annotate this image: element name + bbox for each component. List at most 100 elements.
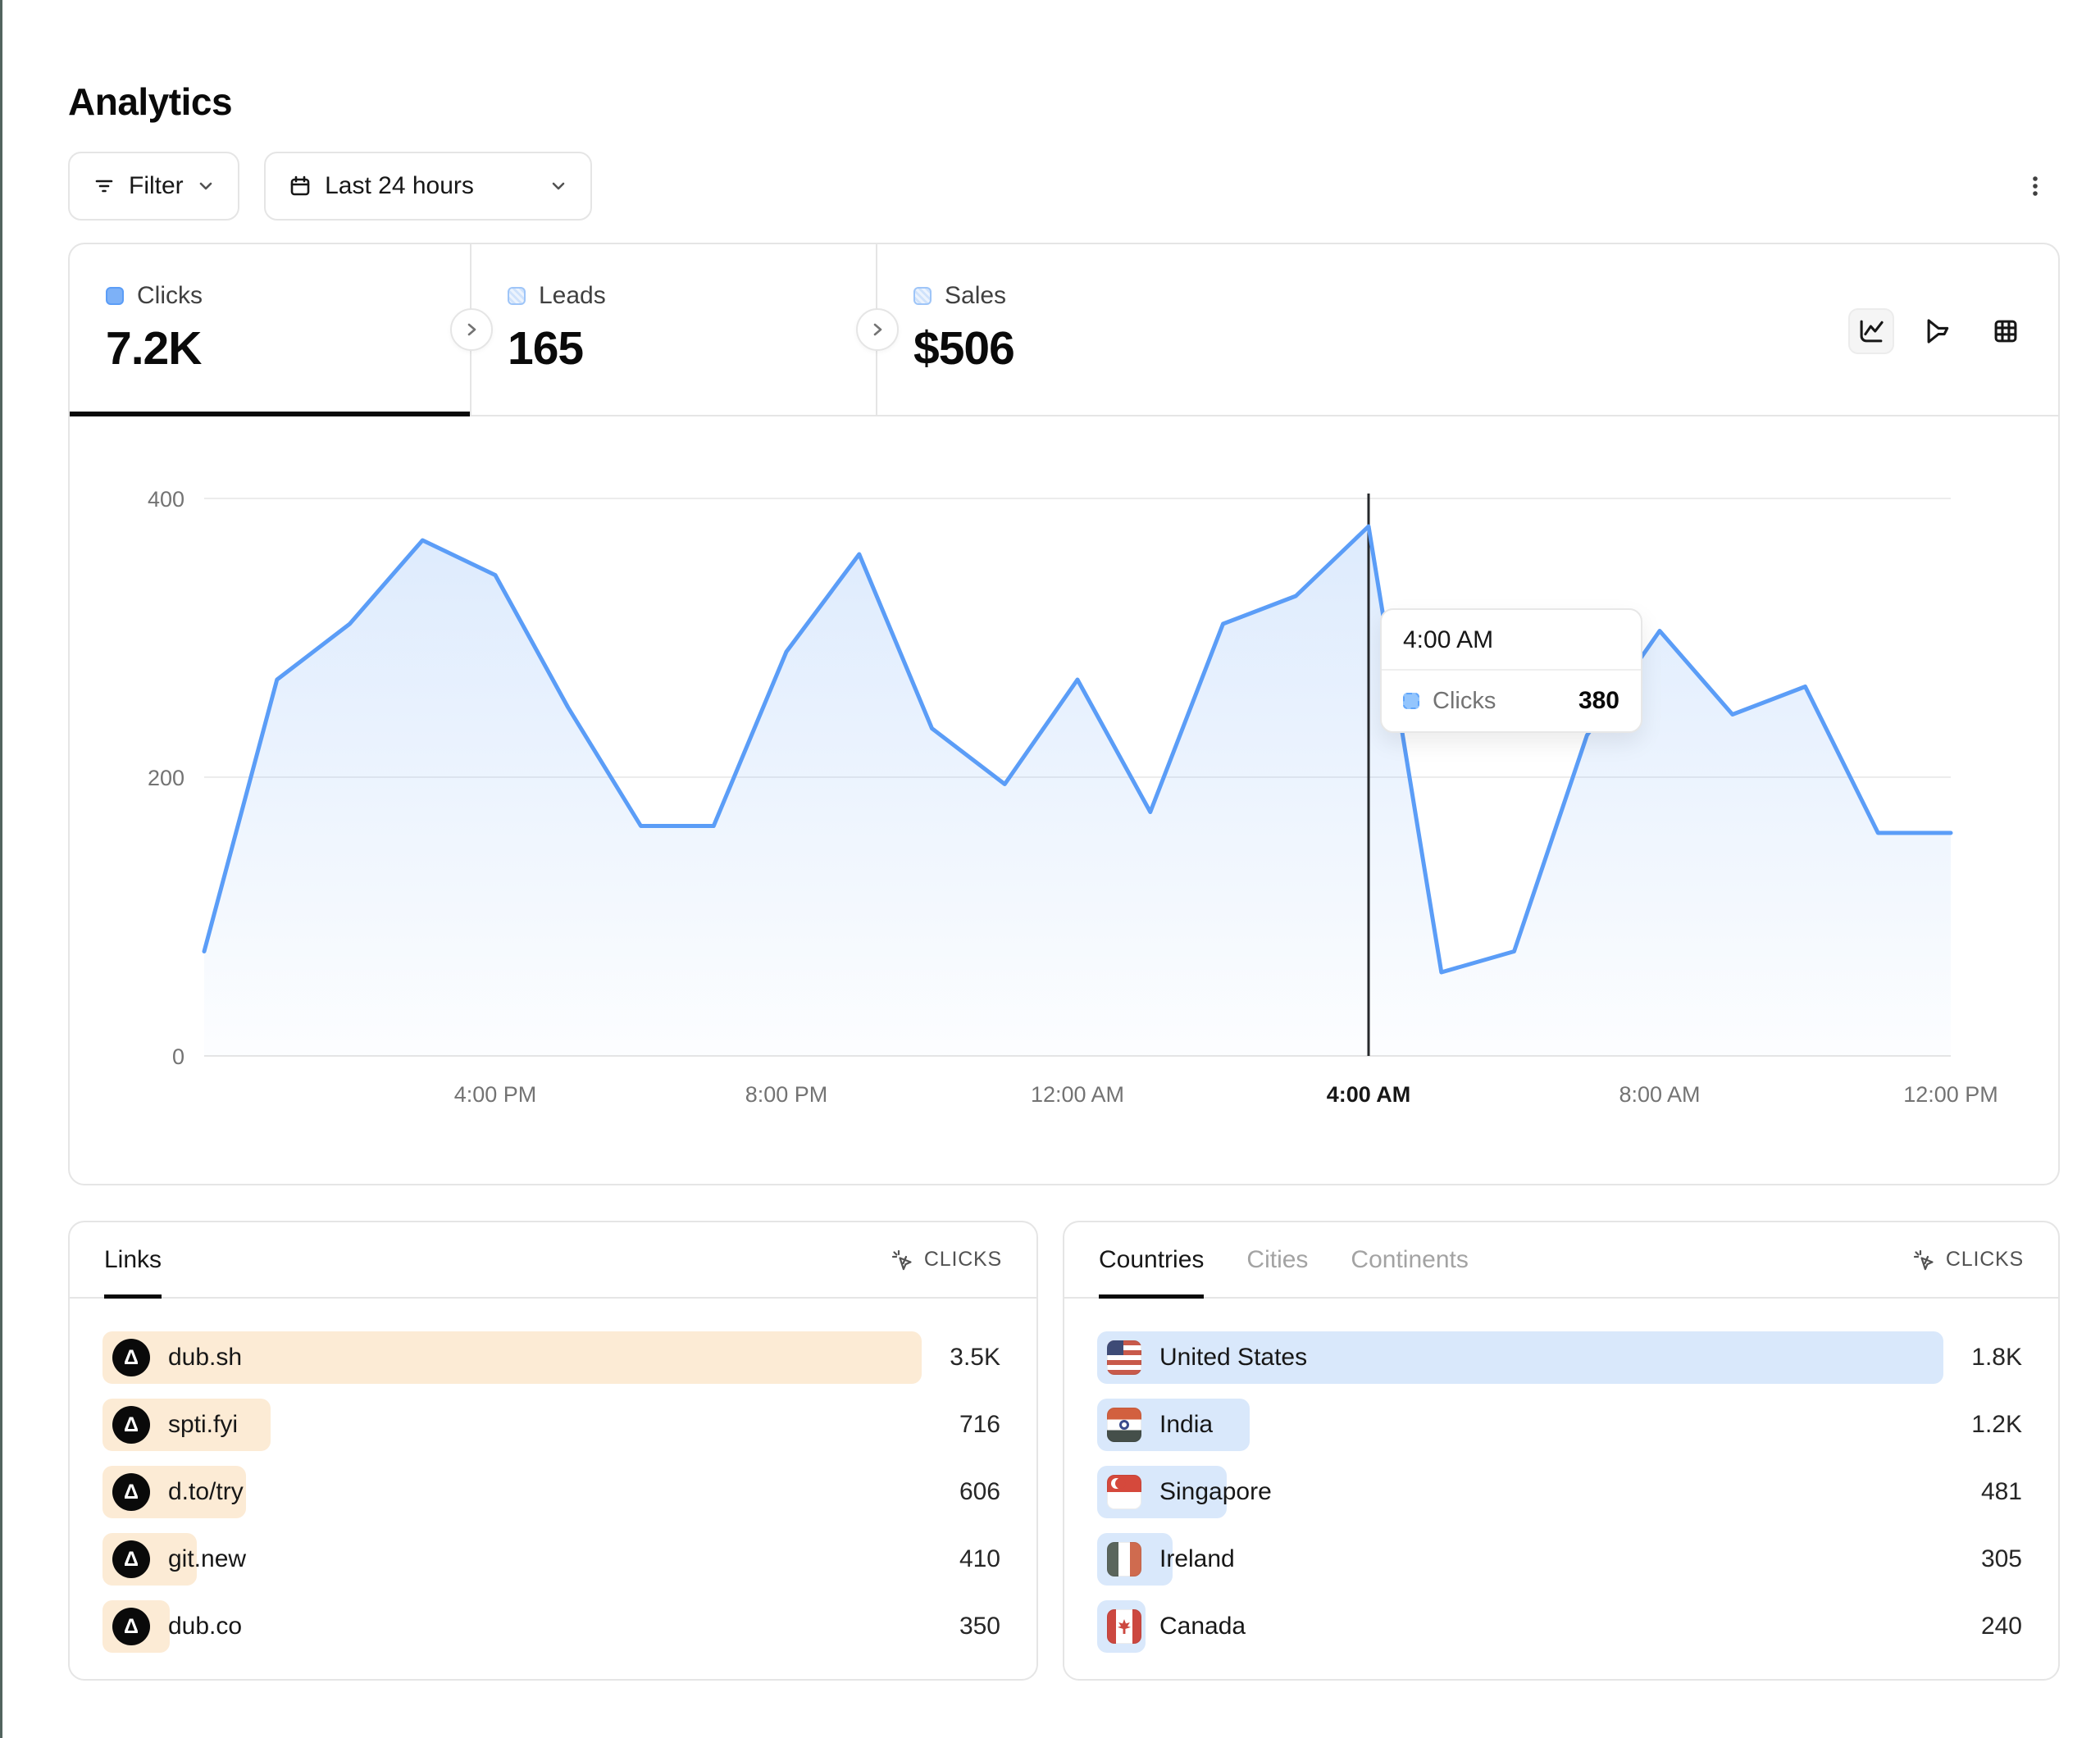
stats-tab-leads[interactable]: Leads 165 bbox=[471, 244, 877, 415]
dub-logo-icon: Δ bbox=[112, 1339, 150, 1376]
expand-metric-button[interactable] bbox=[856, 308, 899, 351]
links-metric-toggle[interactable]: CLICKS bbox=[890, 1248, 1002, 1272]
country-row[interactable]: Singapore 481 bbox=[1097, 1466, 2022, 1518]
x-axis-label: 8:00 AM bbox=[1619, 1082, 1700, 1107]
chevron-right-icon bbox=[867, 319, 888, 340]
cities-tab-label: Cities bbox=[1246, 1246, 1308, 1274]
line-chart-view-button[interactable] bbox=[1848, 308, 1894, 354]
country-value: 240 bbox=[1943, 1613, 2022, 1640]
chart-type-switcher bbox=[1848, 308, 2029, 354]
leads-square-icon bbox=[508, 287, 526, 305]
tab-links[interactable]: Links bbox=[104, 1222, 162, 1297]
clicks-timeseries-chart: 0 200 400 4:00 PM 8:00 PM 12:00 AM 4:00 AM 8:00… bbox=[70, 415, 2061, 1185]
country-value: 1.2K bbox=[1943, 1411, 2022, 1439]
tab-cities[interactable]: Cities bbox=[1246, 1222, 1308, 1297]
link-row[interactable]: Δgit.new 410 bbox=[102, 1533, 1000, 1586]
link-label: dub.co bbox=[168, 1613, 242, 1640]
toolbar: Filter Last 24 hours bbox=[68, 152, 2060, 221]
x-axis-label: 12:00 PM bbox=[1903, 1082, 1998, 1107]
stat-label: Sales bbox=[945, 282, 1006, 310]
countries-metric-label: CLICKS bbox=[1946, 1248, 2024, 1272]
link-row[interactable]: Δd.to/try 606 bbox=[102, 1466, 1000, 1518]
country-row[interactable]: Canada 240 bbox=[1097, 1600, 2022, 1653]
dub-logo-icon: Δ bbox=[112, 1608, 150, 1645]
country-label: Singapore bbox=[1159, 1478, 1272, 1506]
chart-tooltip: 4:00 AM Clicks 380 bbox=[1380, 608, 1642, 733]
tab-continents[interactable]: Continents bbox=[1351, 1222, 1468, 1297]
dub-logo-icon: Δ bbox=[112, 1473, 150, 1511]
countries-tab-label: Countries bbox=[1099, 1246, 1204, 1274]
x-axis-label: 4:00 PM bbox=[454, 1082, 537, 1107]
link-label: d.to/try bbox=[168, 1478, 244, 1506]
table-view-button[interactable] bbox=[1983, 308, 2029, 354]
dub-logo-icon: Δ bbox=[112, 1406, 150, 1444]
links-tab-label: Links bbox=[104, 1246, 162, 1274]
link-row[interactable]: Δdub.co 350 bbox=[102, 1600, 1000, 1653]
ireland-flag-icon bbox=[1107, 1542, 1141, 1576]
links-metric-label: CLICKS bbox=[924, 1248, 1002, 1272]
link-value: 606 bbox=[922, 1478, 1000, 1506]
y-axis-label: 0 bbox=[172, 1044, 184, 1069]
funnel-icon bbox=[1923, 316, 1954, 347]
link-value: 410 bbox=[922, 1545, 1000, 1573]
line-chart-icon bbox=[1856, 316, 1887, 347]
grid-icon bbox=[1990, 316, 2021, 347]
singapore-flag-icon bbox=[1107, 1475, 1141, 1509]
clicks-square-icon bbox=[1403, 693, 1419, 709]
y-axis-label: 400 bbox=[148, 487, 184, 512]
more-options-button[interactable] bbox=[2011, 152, 2060, 221]
analytics-chart[interactable]: 0 200 400 4:00 PM 8:00 PM 12:00 AM 4:00 AM 8:00… bbox=[70, 415, 2061, 1185]
stat-value: 7.2K bbox=[106, 321, 470, 375]
link-label: git.new bbox=[168, 1545, 246, 1573]
link-row[interactable]: Δspti.fyi 716 bbox=[102, 1399, 1000, 1451]
country-label: Canada bbox=[1159, 1613, 1246, 1640]
x-axis-label: 12:00 AM bbox=[1031, 1082, 1124, 1107]
sales-square-icon bbox=[913, 287, 932, 305]
tooltip-value: 380 bbox=[1578, 687, 1619, 715]
window-edge bbox=[0, 0, 2, 1738]
tooltip-time: 4:00 AM bbox=[1382, 610, 1641, 671]
country-value: 305 bbox=[1943, 1545, 2022, 1573]
countries-list: United States 1.8K India 1.2K Singapore … bbox=[1064, 1299, 2058, 1653]
page-title: Analytics bbox=[68, 80, 232, 124]
analytics-card: Clicks 7.2K Leads 165 Sales $506 bbox=[68, 243, 2060, 1185]
country-value: 481 bbox=[1943, 1478, 2022, 1506]
country-label: Ireland bbox=[1159, 1545, 1235, 1573]
country-row[interactable]: United States 1.8K bbox=[1097, 1331, 2022, 1384]
filter-button[interactable]: Filter bbox=[68, 152, 239, 221]
tooltip-series-label: Clicks bbox=[1433, 688, 1496, 715]
link-value: 716 bbox=[922, 1411, 1000, 1439]
tab-countries[interactable]: Countries bbox=[1099, 1222, 1204, 1297]
country-row[interactable]: Ireland 305 bbox=[1097, 1533, 2022, 1586]
countries-panel-header: Countries Cities Continents CLICKS bbox=[1064, 1222, 2058, 1299]
x-axis-label: 8:00 PM bbox=[745, 1082, 828, 1107]
expand-metric-button[interactable] bbox=[450, 308, 493, 351]
link-row[interactable]: Δdub.sh 3.5K bbox=[102, 1331, 1000, 1384]
stat-value: 165 bbox=[508, 321, 876, 375]
country-row[interactable]: India 1.2K bbox=[1097, 1399, 2022, 1451]
dub-logo-icon: Δ bbox=[112, 1540, 150, 1578]
calendar-icon bbox=[287, 173, 313, 199]
stat-label: Clicks bbox=[137, 282, 203, 310]
cursor-click-icon bbox=[890, 1248, 914, 1272]
cursor-click-icon bbox=[1911, 1248, 1936, 1272]
link-value: 3.5K bbox=[922, 1344, 1000, 1372]
chevron-down-icon bbox=[195, 175, 216, 197]
clicks-square-icon bbox=[106, 287, 124, 305]
links-list: Δdub.sh 3.5K Δspti.fyi 716 Δd.to/try 606… bbox=[70, 1299, 1036, 1653]
date-range-label: Last 24 hours bbox=[325, 172, 474, 200]
kebab-menu-icon bbox=[2020, 171, 2050, 201]
link-label: spti.fyi bbox=[168, 1411, 238, 1439]
india-flag-icon bbox=[1107, 1408, 1141, 1442]
x-axis-label: 4:00 AM bbox=[1327, 1082, 1411, 1107]
y-axis-label: 200 bbox=[148, 766, 184, 790]
link-label: dub.sh bbox=[168, 1344, 242, 1372]
countries-metric-toggle[interactable]: CLICKS bbox=[1911, 1248, 2024, 1272]
date-range-button[interactable]: Last 24 hours bbox=[264, 152, 592, 221]
countries-panel: Countries Cities Continents CLICKS Unite… bbox=[1063, 1221, 2060, 1681]
funnel-view-button[interactable] bbox=[1916, 308, 1961, 354]
canada-flag-icon bbox=[1107, 1609, 1141, 1644]
filter-button-label: Filter bbox=[129, 172, 184, 200]
filter-icon bbox=[91, 173, 117, 199]
stats-tab-clicks[interactable]: Clicks 7.2K bbox=[70, 244, 471, 415]
